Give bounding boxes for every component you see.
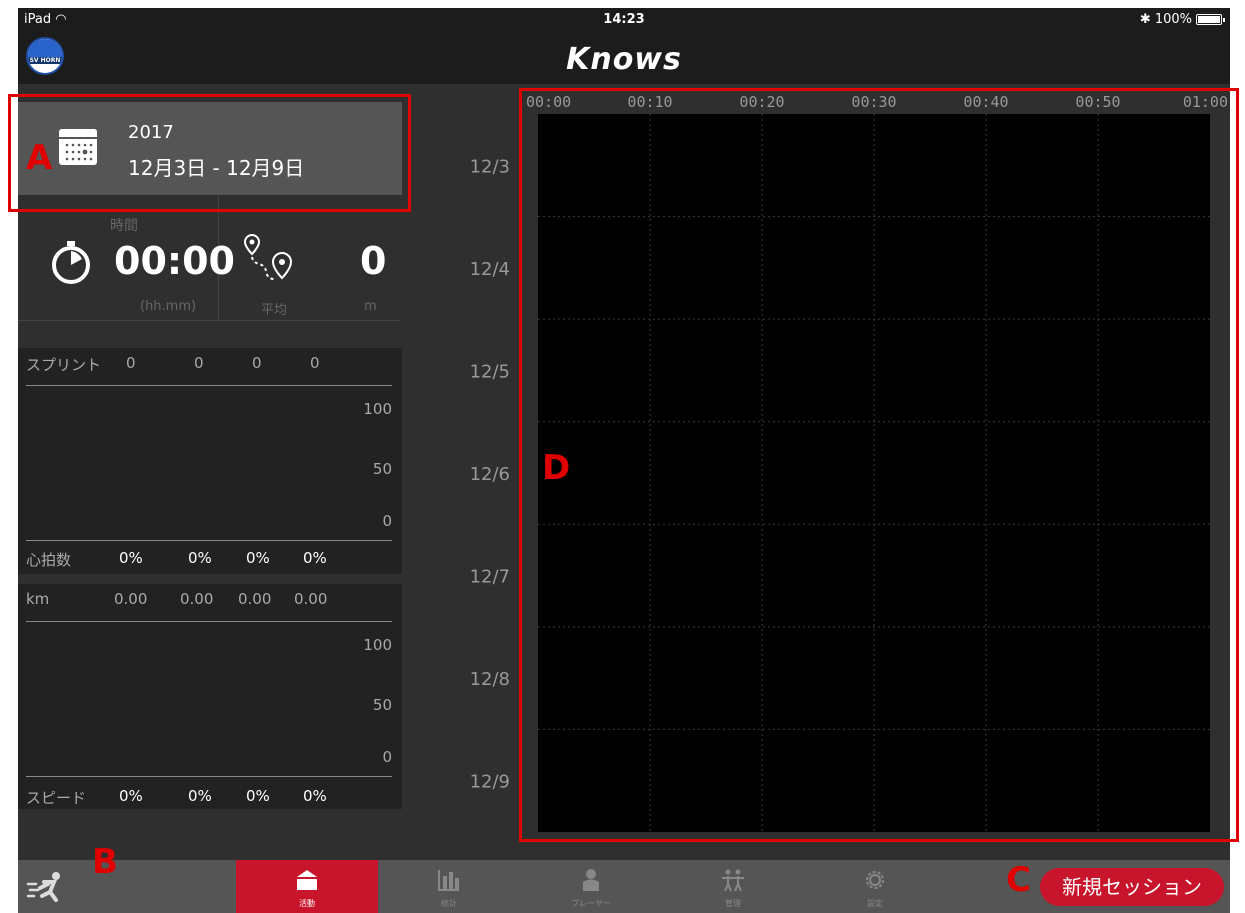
new-session-button[interactable]: 新規セッション — [1040, 868, 1224, 906]
annotation-box-d — [519, 88, 1239, 842]
gear-icon — [866, 871, 884, 889]
runner-icon[interactable] — [26, 870, 66, 904]
tab-players[interactable]: プレーヤー — [520, 860, 662, 913]
bar-chart-icon — [438, 870, 459, 891]
y-category-label: 12/3 — [470, 156, 510, 177]
annotation-label-c: C — [1006, 860, 1031, 900]
tab-label: プレーヤー — [571, 899, 611, 908]
annotation-box-a — [8, 94, 411, 212]
tab-settings[interactable]: 設定 — [804, 860, 946, 913]
y-category-label: 12/5 — [470, 361, 510, 382]
tab-label: 管理 — [725, 899, 741, 908]
tab-label: 設定 — [867, 899, 883, 908]
y-category-label: 12/7 — [470, 567, 510, 588]
y-category-label: 12/8 — [470, 669, 510, 690]
tab-bar: 活動 統計 プレーヤー 管理 設定 新規セッション — [18, 860, 1230, 913]
y-category-label: 12/9 — [470, 772, 510, 793]
player-icon — [583, 869, 599, 891]
team-icon — [722, 869, 744, 892]
house-icon — [297, 870, 317, 890]
y-category-label: 12/6 — [470, 464, 510, 485]
tab-label: 統計 — [441, 899, 457, 908]
tab-manage[interactable]: 管理 — [662, 860, 804, 913]
tab-stats[interactable]: 統計 — [378, 860, 520, 913]
tab-activity[interactable]: 活動 — [236, 860, 378, 913]
y-category-label: 12/4 — [470, 259, 510, 280]
annotation-label-a: A — [26, 138, 53, 178]
tab-label: 活動 — [299, 899, 315, 908]
annotation-label-d: D — [542, 448, 571, 488]
annotation-label-b: B — [92, 842, 118, 882]
